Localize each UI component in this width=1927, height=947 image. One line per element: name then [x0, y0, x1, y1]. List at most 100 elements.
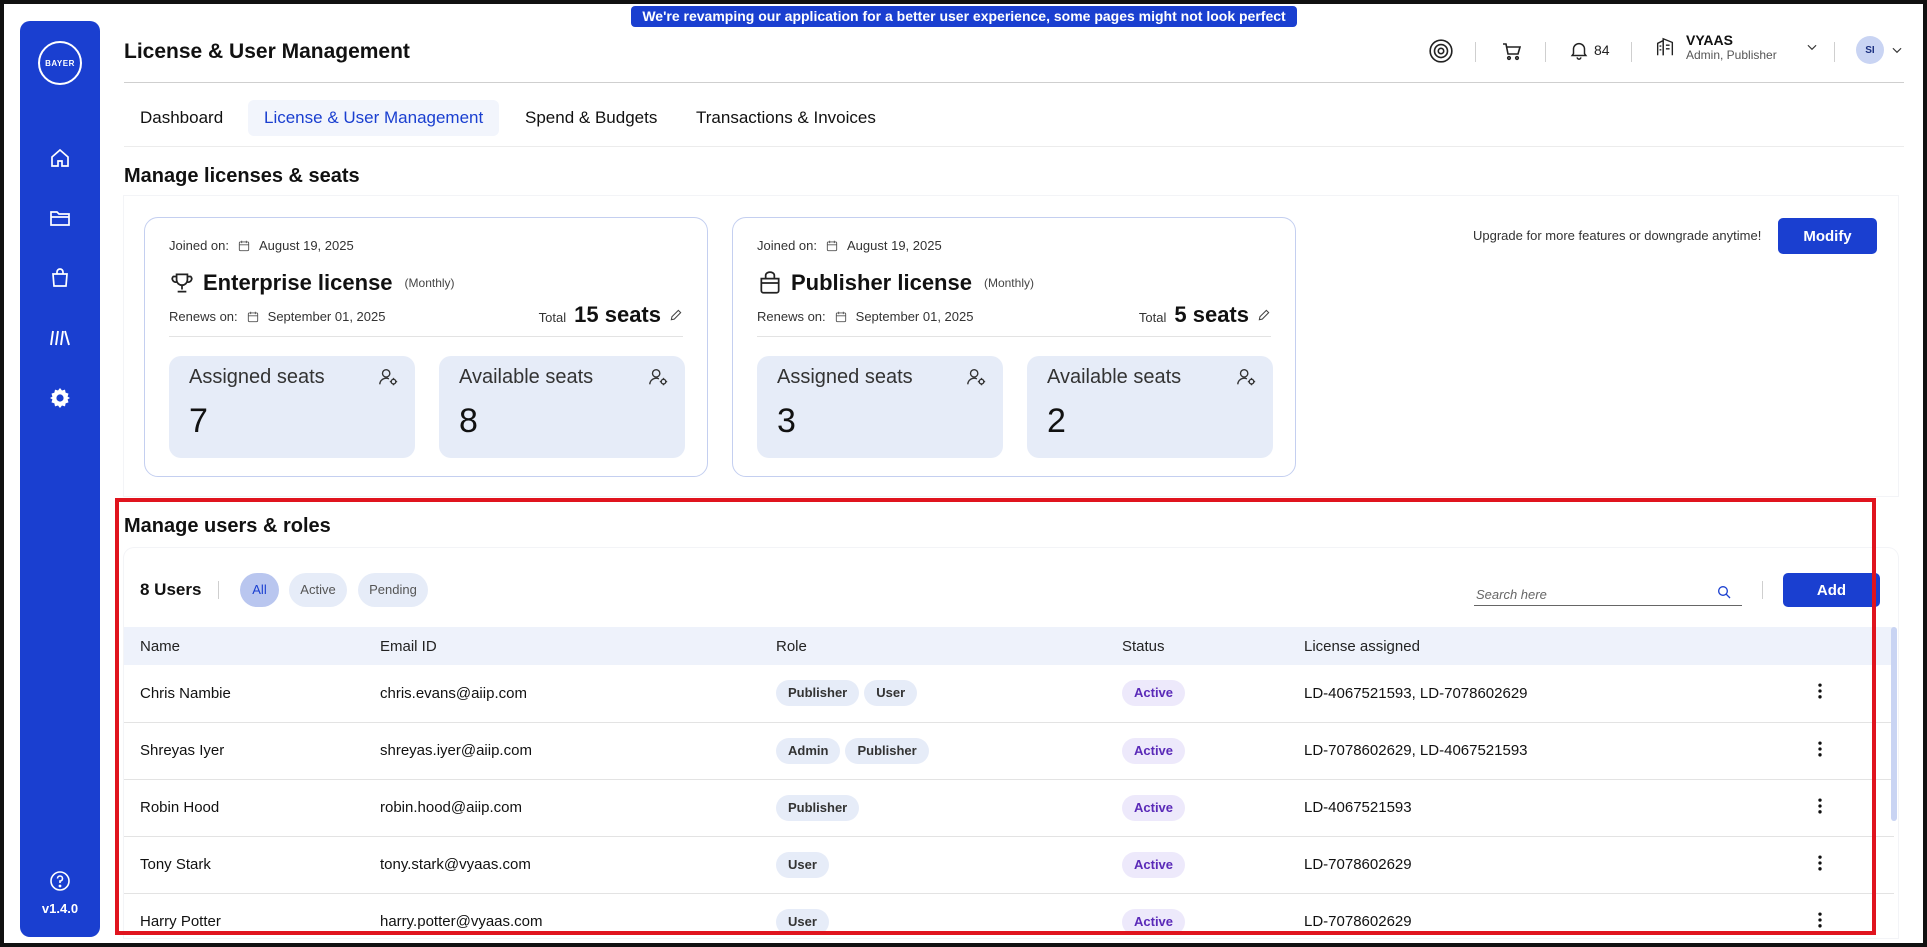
renews-label: Renews on: — [169, 309, 238, 324]
table-row[interactable]: Harry Potter harry.potter@vyaas.com User… — [124, 893, 1894, 947]
user-settings-icon — [967, 368, 986, 386]
status-badge: Active — [1122, 851, 1186, 878]
user-name: Shreyas Iyer — [140, 742, 225, 759]
publisher-icon — [760, 271, 780, 294]
modify-button[interactable]: Modify — [1778, 218, 1877, 254]
edit-icon[interactable] — [669, 308, 683, 322]
table-row[interactable]: Chris Nambie chris.evans@aiip.com Publis… — [124, 665, 1894, 722]
role-chip: Publisher — [776, 794, 860, 821]
user-name: Tony Stark — [140, 856, 211, 873]
renews-date: September 01, 2025 — [267, 309, 386, 324]
upgrade-hint: Upgrade for more features or downgrade a… — [1473, 228, 1762, 243]
filter-pending[interactable]: Pending — [358, 573, 428, 607]
total-seats: 15 seats — [574, 302, 661, 327]
total-seats: 5 seats — [1174, 302, 1249, 327]
more-options-icon[interactable] — [1810, 909, 1830, 931]
bell-icon — [1570, 42, 1588, 60]
user-email: harry.potter@vyaas.com — [380, 913, 543, 930]
avatar[interactable]: SI — [1856, 36, 1884, 64]
license-name: Publisher license — [791, 270, 972, 295]
user-license: LD-4067521593 — [1304, 799, 1412, 816]
joined-label: Joined on: — [169, 238, 229, 253]
more-options-icon[interactable] — [1810, 680, 1830, 702]
folder-icon[interactable] — [46, 204, 74, 232]
calendar-icon — [238, 240, 250, 251]
table-row[interactable]: Tony Stark tony.stark@vyaas.com User Act… — [124, 836, 1894, 893]
users-count: 8 Users — [140, 580, 202, 599]
assigned-seats-value: 7 — [189, 402, 208, 440]
library-icon[interactable] — [46, 324, 74, 352]
org-name: VYAAS — [1686, 32, 1733, 48]
table-scrollbar[interactable] — [1891, 627, 1897, 821]
user-name: Robin Hood — [140, 799, 220, 816]
revamp-banner: We're revamping our application for a be… — [631, 6, 1297, 45]
user-menu-chevron-icon[interactable] — [1890, 43, 1904, 57]
user-settings-icon — [649, 368, 668, 386]
tab-dashboard[interactable]: Dashboard — [124, 100, 239, 136]
available-seats-label: Available seats — [459, 366, 594, 388]
col-email[interactable]: Email ID — [364, 627, 760, 665]
tab-license-user-management[interactable]: License & User Management — [248, 100, 500, 136]
status-badge: Active — [1122, 737, 1186, 764]
user-email: shreyas.iyer@aiip.com — [380, 742, 532, 759]
table-row[interactable]: Robin Hood robin.hood@aiip.com Publisher… — [124, 779, 1894, 836]
licenses-section-title: Manage licenses & seats — [124, 165, 360, 187]
bayer-logo[interactable]: BAYER — [38, 41, 82, 85]
user-name: Harry Potter — [140, 913, 221, 930]
search-input[interactable] — [1474, 580, 1742, 606]
user-license: LD-7078602629 — [1304, 913, 1412, 930]
user-license: LD-7078602629, LD-4067521593 — [1304, 742, 1528, 759]
sidebar: BAYER v1.4.0 — [20, 21, 100, 937]
user-roles: Admin Publisher — [760, 722, 1106, 779]
col-name[interactable]: Name — [124, 627, 364, 665]
assigned-seats-value: 3 — [777, 402, 796, 440]
user-email: chris.evans@aiip.com — [380, 684, 527, 702]
renews-label: Renews on: — [757, 309, 826, 324]
user-roles: Publisher User — [760, 665, 1106, 722]
user-license: LD-4067521593, LD-7078602629 — [1304, 684, 1528, 702]
user-email: robin.hood@aiip.com — [380, 799, 522, 816]
available-seats-value: 8 — [459, 402, 478, 440]
role-chip: User — [776, 908, 829, 935]
assigned-seats-box: Assigned seats 7 — [169, 356, 415, 458]
more-options-icon[interactable] — [1810, 852, 1830, 874]
tab-spend-budgets[interactable]: Spend & Budgets — [509, 100, 673, 136]
support-icon[interactable] — [1428, 38, 1454, 64]
search-icon[interactable] — [1716, 584, 1732, 600]
role-chip: Publisher — [776, 680, 860, 707]
notification-count: 84 — [1594, 42, 1610, 58]
help-icon[interactable] — [46, 867, 74, 895]
user-settings-icon — [1237, 368, 1256, 386]
calendar-icon — [835, 311, 846, 322]
enterprise-license-card: Joined on: August 19, 2025 Enterprise li… — [144, 217, 708, 477]
home-icon[interactable] — [46, 144, 74, 172]
users-section-title: Manage users & roles — [124, 515, 331, 537]
org-switcher[interactable]: VYAAS Admin, Publisher — [1654, 32, 1819, 62]
table-header-row: Name Email ID Role Status License assign… — [124, 627, 1894, 665]
renews-date: September 01, 2025 — [855, 309, 974, 324]
org-roles: Admin, Publisher — [1686, 48, 1777, 62]
more-options-icon[interactable] — [1810, 795, 1830, 817]
add-user-button[interactable]: Add — [1783, 573, 1880, 607]
shopping-bag-icon[interactable] — [46, 264, 74, 292]
col-role[interactable]: Role — [760, 627, 1106, 665]
table-row[interactable]: Shreyas Iyer shreyas.iyer@aiip.com Admin… — [124, 722, 1894, 779]
status-badge: Active — [1122, 794, 1186, 821]
gear-icon[interactable] — [46, 384, 74, 412]
page-title: License & User Management — [124, 40, 410, 63]
filter-active[interactable]: Active — [289, 573, 347, 607]
user-roles: User — [760, 893, 1106, 947]
edit-icon[interactable] — [1257, 308, 1271, 322]
joined-date: August 19, 2025 — [847, 238, 942, 253]
cart-icon[interactable] — [1500, 39, 1524, 63]
user-roles: Publisher — [760, 779, 1106, 836]
more-options-icon[interactable] — [1810, 738, 1830, 760]
role-chip: Publisher — [845, 737, 929, 764]
col-license[interactable]: License assigned — [1288, 627, 1794, 665]
license-period: (Monthly) — [983, 276, 1034, 290]
col-status[interactable]: Status — [1106, 627, 1288, 665]
license-name: Enterprise license — [203, 270, 393, 295]
notifications-button[interactable]: 84 — [1568, 39, 1610, 61]
filter-all[interactable]: All — [240, 573, 279, 607]
tab-transactions-invoices[interactable]: Transactions & Invoices — [680, 100, 892, 136]
